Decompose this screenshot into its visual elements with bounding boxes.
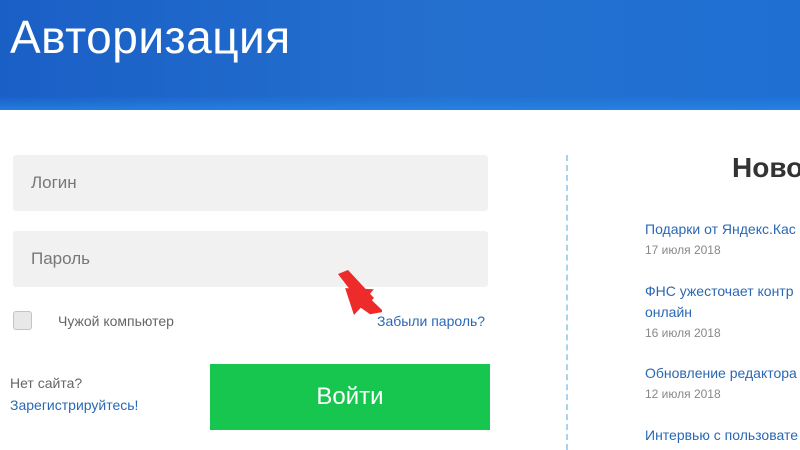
no-site-text: Нет сайта?: [10, 375, 83, 391]
news-item: Обновление редактора: [645, 365, 800, 383]
login-button[interactable]: Войти: [210, 364, 490, 430]
news-item: Интервью с пользовате: [645, 427, 800, 445]
column-divider: [566, 155, 568, 450]
news-item-date: 17 июля 2018: [645, 243, 721, 257]
foreign-computer-label: Чужой компьютер: [58, 313, 174, 329]
page-header: Авторизация: [0, 0, 800, 110]
news-item-link-continuation[interactable]: онлайн: [645, 304, 692, 320]
news-item-date: 16 июля 2018: [645, 326, 721, 340]
news-item-link[interactable]: Подарки от Яндекс.Кас: [645, 221, 796, 237]
login-input[interactable]: [13, 155, 488, 211]
news-item: ФНС ужесточает контр: [645, 283, 800, 301]
news-item-link[interactable]: ФНС ужесточает контр: [645, 283, 794, 299]
foreign-computer-checkbox[interactable]: [13, 311, 32, 330]
password-input[interactable]: [13, 231, 488, 287]
forgot-password-link[interactable]: Забыли пароль?: [377, 313, 485, 329]
news-item-link[interactable]: Обновление редактора: [645, 365, 797, 381]
news-item-link[interactable]: Интервью с пользовате: [645, 427, 798, 443]
news-item: Подарки от Яндекс.Кас: [645, 221, 800, 239]
red-arrow-icon: [338, 270, 382, 316]
news-item-date: 12 июля 2018: [645, 387, 721, 401]
news-item-continuation: онлайн: [645, 304, 800, 322]
register-link[interactable]: Зарегистрируйтесь!: [10, 397, 138, 413]
news-heading: Ново: [732, 152, 800, 183]
page-title: Авторизация: [10, 11, 291, 63]
